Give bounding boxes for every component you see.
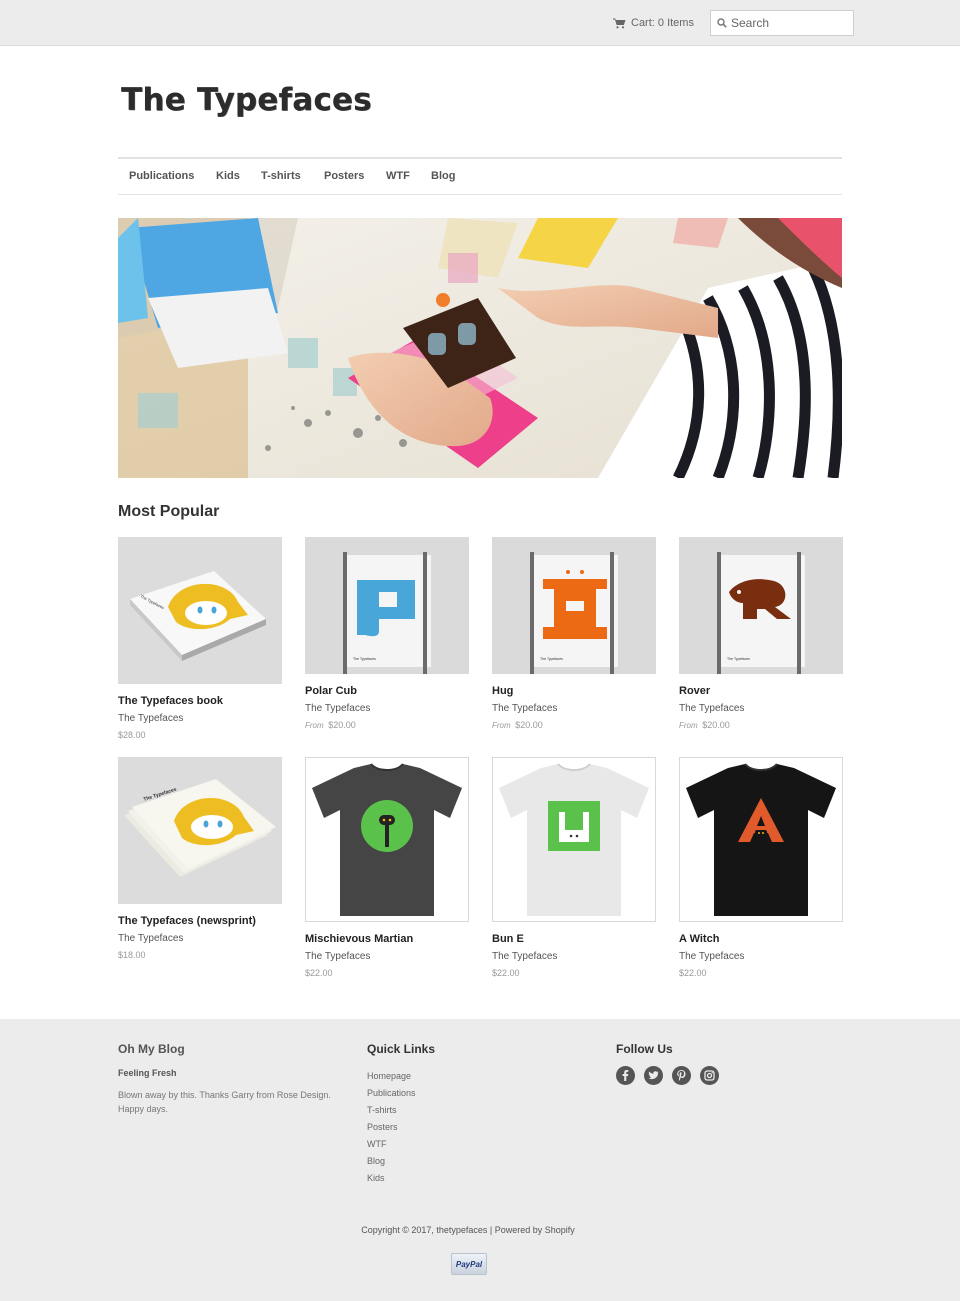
site-logo[interactable]: The Typefaces [121, 82, 372, 118]
blog-post-excerpt: Blown away by this. Thanks Garry from Ro… [118, 1090, 331, 1114]
nav-item-posters[interactable]: Posters [324, 170, 364, 182]
main-nav: Publications Kids T-shirts Posters WTF B… [118, 157, 842, 195]
product-image[interactable]: The Typefaces [305, 537, 469, 674]
cart-link[interactable]: Cart: 0 Items [613, 15, 694, 31]
nav-item-blog[interactable]: Blog [431, 170, 455, 182]
price-from-label: From [305, 721, 324, 730]
product-image[interactable] [305, 757, 469, 922]
price-value: $22.00 [305, 968, 333, 978]
product-price: $22.00 [305, 968, 469, 978]
footer-link-posters[interactable]: Posters [367, 1122, 398, 1132]
price-value: $20.00 [328, 720, 356, 730]
price-value: $18.00 [118, 950, 146, 960]
product-image[interactable] [492, 757, 656, 922]
social-links [616, 1066, 719, 1085]
product-card[interactable]: The Typefaces Hug The Typefaces From $20… [492, 537, 656, 730]
footer-link-publications[interactable]: Publications [367, 1088, 416, 1098]
product-price: $22.00 [492, 968, 656, 978]
product-price: $22.00 [679, 968, 843, 978]
product-vendor: The Typefaces [118, 713, 184, 724]
footer-blog-heading: Oh My Blog [118, 1042, 185, 1056]
product-vendor: The Typefaces [679, 951, 745, 962]
pinterest-icon[interactable] [672, 1066, 691, 1085]
footer-follow-column: Follow Us [616, 1042, 719, 1085]
footer-follow-heading: Follow Us [616, 1042, 673, 1056]
product-card[interactable]: The Typefaces The Typefaces book The Typ… [118, 537, 282, 740]
product-image[interactable]: The Typefaces [118, 757, 282, 904]
section-title-most-popular: Most Popular [118, 503, 220, 520]
copyright-text: Copyright © 2017, thetypefaces | Powered… [361, 1225, 575, 1235]
product-name[interactable]: The Typefaces book [118, 695, 282, 707]
top-bar: Cart: 0 Items [0, 0, 960, 46]
nav-item-publications[interactable]: Publications [129, 170, 194, 182]
product-price: From $20.00 [492, 720, 656, 730]
footer: Oh My Blog Feeling Fresh Blown away by t… [0, 1019, 960, 1301]
product-card[interactable]: Bun E The Typefaces $22.00 [492, 757, 656, 978]
footer-link-wtf[interactable]: WTF [367, 1139, 387, 1149]
twitter-icon[interactable] [644, 1066, 663, 1085]
product-name[interactable]: Rover [679, 685, 843, 697]
product-vendor: The Typefaces [305, 951, 371, 962]
svg-text:The Typefaces: The Typefaces [353, 657, 376, 661]
price-from-label: From [492, 721, 511, 730]
facebook-icon[interactable] [616, 1066, 635, 1085]
nav-item-t-shirts[interactable]: T-shirts [261, 170, 301, 182]
instagram-icon[interactable] [700, 1066, 719, 1085]
product-vendor: The Typefaces [118, 933, 184, 944]
product-name[interactable]: The Typefaces (newsprint) [118, 915, 282, 927]
product-image[interactable] [679, 757, 843, 922]
product-price: $18.00 [118, 950, 282, 960]
footer-link-kids[interactable]: Kids [367, 1173, 385, 1183]
footer-quick-links-heading: Quick Links [367, 1042, 436, 1056]
nav-item-wtf[interactable]: WTF [386, 170, 410, 182]
product-image[interactable]: The Typefaces [118, 537, 282, 684]
product-card[interactable]: The Typefaces Polar Cub The Typefaces Fr… [305, 537, 469, 730]
product-image[interactable]: The Typefaces [679, 537, 843, 674]
hero-banner-image[interactable] [118, 218, 842, 478]
product-vendor: The Typefaces [305, 703, 371, 714]
price-value: $22.00 [679, 968, 707, 978]
footer-link-blog[interactable]: Blog [367, 1156, 385, 1166]
svg-text:The Typefaces: The Typefaces [540, 657, 563, 661]
product-name[interactable]: A Witch [679, 933, 843, 945]
product-card[interactable]: The Typefaces The Typefaces (newsprint) … [118, 757, 282, 960]
price-value: $28.00 [118, 730, 146, 740]
search-icon [717, 18, 727, 28]
product-name[interactable]: Bun E [492, 933, 656, 945]
footer-blog-column: Oh My Blog Feeling Fresh Blown away by t… [118, 1042, 348, 1116]
paypal-badge: PayPal [451, 1253, 487, 1275]
quick-links-list: Homepage Publications T-shirts Posters W… [367, 1066, 435, 1185]
svg-text:The Typefaces: The Typefaces [727, 657, 750, 661]
product-image[interactable]: The Typefaces [492, 537, 656, 674]
product-price: From $20.00 [305, 720, 469, 730]
product-card[interactable]: Mischievous Martian The Typefaces $22.00 [305, 757, 469, 978]
product-price: From $20.00 [679, 720, 843, 730]
nav-item-kids[interactable]: Kids [216, 170, 240, 182]
footer-quick-links-column: Quick Links Homepage Publications T-shir… [367, 1042, 435, 1185]
product-name[interactable]: Hug [492, 685, 656, 697]
product-vendor: The Typefaces [492, 703, 558, 714]
price-value: $20.00 [702, 720, 730, 730]
blog-post-title[interactable]: Feeling Fresh [118, 1068, 348, 1078]
product-vendor: The Typefaces [679, 703, 745, 714]
price-value: $22.00 [492, 968, 520, 978]
product-price: $28.00 [118, 730, 282, 740]
product-card[interactable]: A Witch The Typefaces $22.00 [679, 757, 843, 978]
search-box[interactable] [710, 10, 854, 36]
cart-icon [613, 18, 626, 28]
product-card[interactable]: The Typefaces Rover The Typefaces From $… [679, 537, 843, 730]
product-name[interactable]: Mischievous Martian [305, 933, 469, 945]
product-name[interactable]: Polar Cub [305, 685, 469, 697]
price-value: $20.00 [515, 720, 543, 730]
cart-label: Cart: 0 Items [631, 17, 694, 29]
price-from-label: From [679, 721, 698, 730]
product-vendor: The Typefaces [492, 951, 558, 962]
search-input[interactable] [731, 13, 849, 33]
footer-link-homepage[interactable]: Homepage [367, 1071, 411, 1081]
footer-link-t-shirts[interactable]: T-shirts [367, 1105, 397, 1115]
